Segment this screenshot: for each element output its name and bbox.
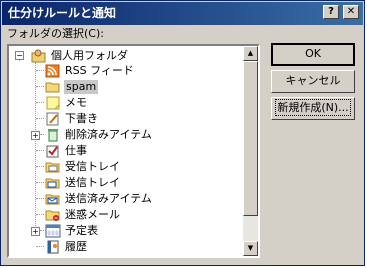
scroll-up-button[interactable]: ▲ xyxy=(243,46,258,61)
tree-item-spam[interactable]: spam xyxy=(45,79,99,95)
folder-icon xyxy=(45,80,61,94)
tree-item-calendar[interactable]: 予定表 xyxy=(45,223,98,239)
tree-item-label: 下書き xyxy=(65,112,98,125)
tree-line xyxy=(36,198,44,199)
ok-button[interactable]: OK xyxy=(271,43,355,66)
title-bar: 仕分けルールと通知 ? ✕ xyxy=(2,2,363,25)
tree-item-rss-feeds[interactable]: RSS フィード xyxy=(45,63,134,79)
tree-line xyxy=(36,118,44,119)
tree-root-personal-folders[interactable]: 個人用フォルダ xyxy=(31,48,128,64)
help-button[interactable]: ? xyxy=(323,5,339,19)
new-folder-button-label: 新規作成(N)... xyxy=(275,99,351,116)
tree-item-label: spam xyxy=(64,80,99,94)
tree-item-outbox[interactable]: 送信トレイ xyxy=(45,175,120,191)
tree-line xyxy=(36,150,44,151)
calendar-icon xyxy=(45,224,61,238)
deleted-items-expand-toggle[interactable]: + xyxy=(31,131,40,140)
personal-folders-icon xyxy=(31,49,47,63)
tree-line xyxy=(36,70,44,71)
tree-line xyxy=(36,214,44,215)
note-icon xyxy=(45,96,61,110)
cancel-button-label: キャンセル xyxy=(285,74,341,87)
tree-line xyxy=(36,102,44,103)
tasks-icon xyxy=(45,144,61,158)
tree-item-label: 受信トレイ xyxy=(65,160,120,173)
tree-item-tasks[interactable]: 仕事 xyxy=(45,143,87,159)
tree-item-label: RSS フィード xyxy=(65,64,134,77)
close-button[interactable]: ✕ xyxy=(343,5,359,19)
inbox-icon xyxy=(45,160,61,174)
tree-line xyxy=(36,166,44,167)
folder-tree[interactable]: − 個人用フォルダ RSS フィード spam メモ 下書き + 削除済みアイテ… xyxy=(7,44,260,258)
tree-item-label: 個人用フォルダ xyxy=(51,49,128,62)
tree-item-label: 予定表 xyxy=(65,224,98,237)
scroll-thumb[interactable] xyxy=(243,61,258,216)
tree-item-label: 迷惑メール xyxy=(65,208,120,221)
tree-item-label: 削除済みアイテム xyxy=(65,128,152,141)
tree-item-label: 送信トレイ xyxy=(65,176,120,189)
tree-item-label: 履歴 xyxy=(65,240,87,253)
tree-item-label: メモ xyxy=(65,96,87,109)
root-collapse-toggle[interactable]: − xyxy=(15,51,24,60)
tree-item-inbox[interactable]: 受信トレイ xyxy=(45,159,120,175)
trash-icon xyxy=(45,128,61,142)
tree-item-junk-mail[interactable]: 迷惑メール xyxy=(45,207,120,223)
drafts-icon xyxy=(45,112,61,126)
tree-item-deleted-items[interactable]: 削除済みアイテム xyxy=(45,127,152,143)
scroll-down-button[interactable]: ▼ xyxy=(243,241,258,256)
tree-vertical-scrollbar[interactable]: ▲ ▼ xyxy=(243,46,258,256)
new-folder-button[interactable]: 新規作成(N)... xyxy=(271,97,355,120)
rss-icon xyxy=(45,64,61,78)
ok-button-label: OK xyxy=(305,47,321,60)
cancel-button[interactable]: キャンセル xyxy=(271,70,355,93)
tree-line xyxy=(36,246,44,247)
tree-item-notes[interactable]: メモ xyxy=(45,95,87,111)
outbox-icon xyxy=(45,176,61,190)
tree-line xyxy=(35,62,36,232)
dialog-title: 仕分けルールと通知 xyxy=(8,6,117,20)
tree-item-drafts[interactable]: 下書き xyxy=(45,111,98,127)
tree-line xyxy=(36,86,44,87)
tree-item-label: 送信済みアイテム xyxy=(65,192,152,205)
calendar-expand-toggle[interactable]: + xyxy=(31,227,40,236)
tree-line xyxy=(40,134,44,135)
tree-item-label: 仕事 xyxy=(65,144,87,157)
folder-select-label: フォルダの選択(C): xyxy=(7,27,104,40)
junk-mail-icon xyxy=(45,208,61,222)
tree-line xyxy=(40,230,44,231)
tree-item-sent-items[interactable]: 送信済みアイテム xyxy=(45,191,152,207)
tree-item-journal[interactable]: 履歴 xyxy=(45,239,87,255)
sent-items-icon xyxy=(45,192,61,206)
journal-icon xyxy=(45,240,61,254)
rules-and-alerts-dialog: 仕分けルールと通知 ? ✕ フォルダの選択(C): − 個人用フォルダ RSS … xyxy=(0,0,365,266)
tree-line xyxy=(36,182,44,183)
